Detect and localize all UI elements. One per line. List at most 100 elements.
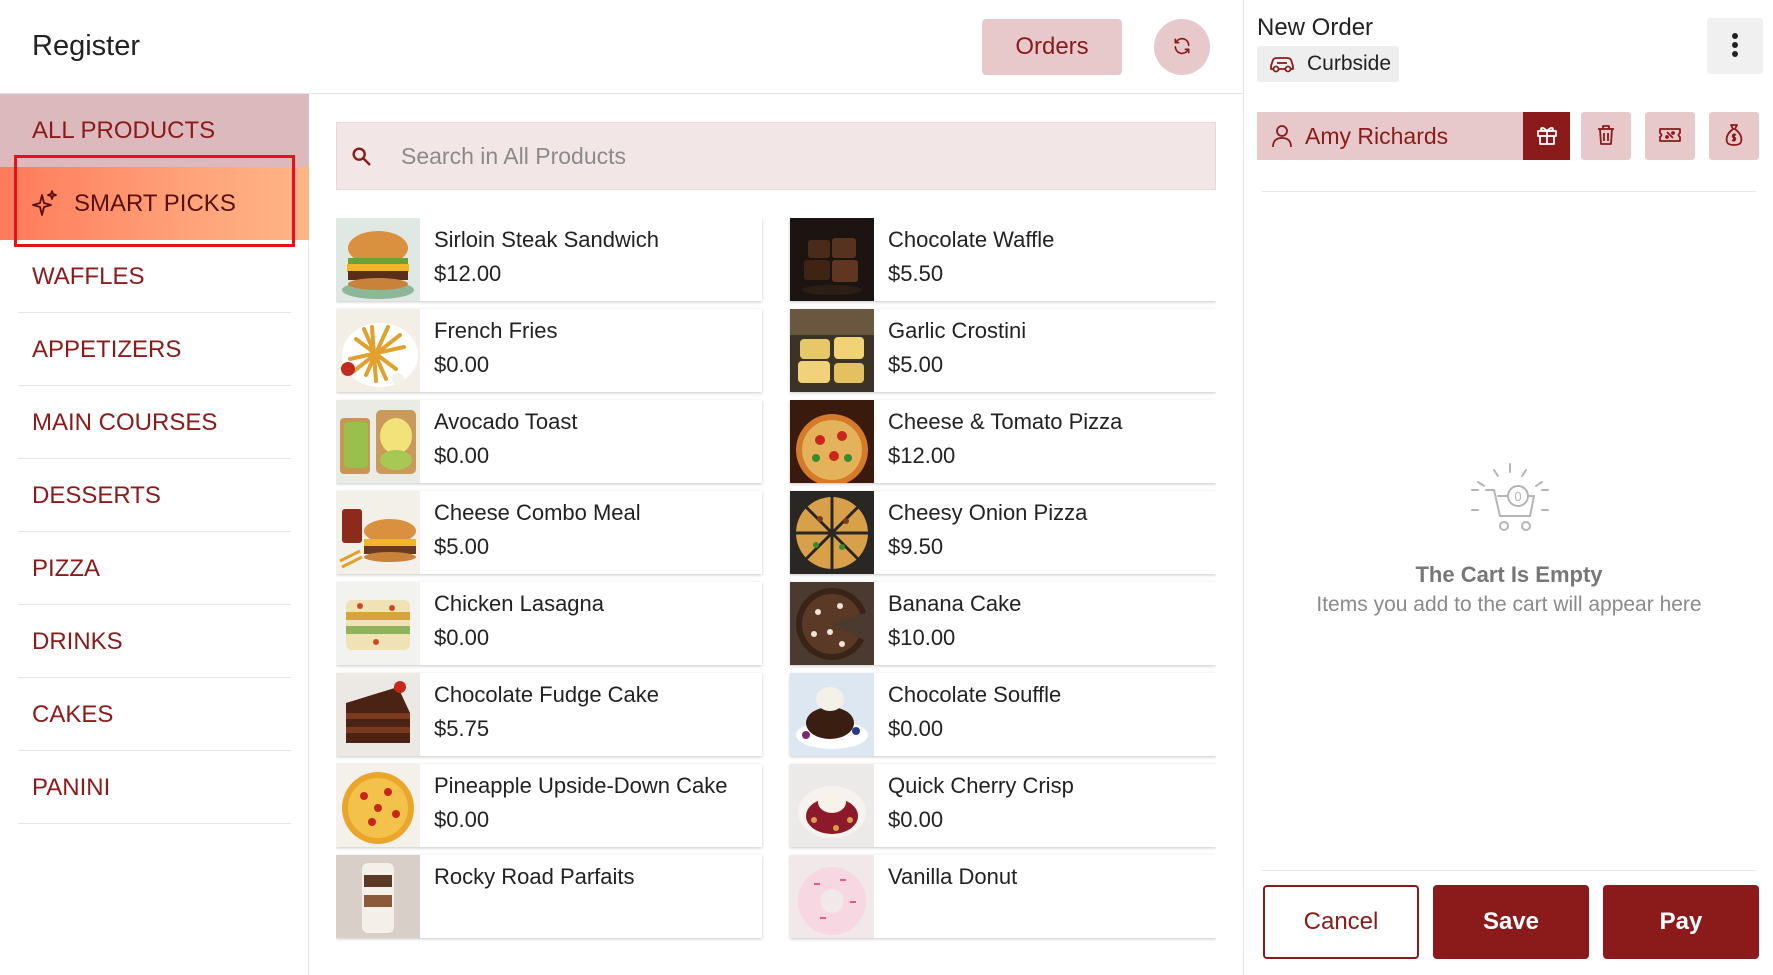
tip-button[interactable] (1709, 112, 1759, 160)
category-label: PANINI (32, 773, 111, 801)
ticket-icon (1658, 126, 1682, 147)
cancel-button[interactable]: Cancel (1263, 885, 1419, 959)
search-icon (350, 145, 372, 172)
product-name: Garlic Crostini (888, 318, 1027, 343)
order-mode-label: Curbside (1307, 52, 1392, 75)
category-all-products[interactable]: ALL PRODUCTS (0, 94, 309, 167)
product-name: Chocolate Souffle (888, 682, 1062, 707)
product-price: $0.00 (434, 807, 490, 832)
category-label: DESSERTS (32, 481, 161, 509)
category-sidebar: ALL PRODUCTS SMART PICKS WAFFLES APPETIZ… (0, 94, 309, 975)
kebab-menu-icon (1731, 32, 1739, 61)
product-name: Chicken Lasagna (434, 591, 605, 616)
category-label: APPETIZERS (32, 335, 182, 363)
product-card[interactable]: Vanilla Donut (790, 855, 1216, 938)
product-card[interactable]: Sirloin Steak Sandwich $12.00 (336, 218, 762, 301)
product-info: Banana Cake $10.00 (874, 582, 1021, 665)
product-name: Avocado Toast (434, 409, 578, 434)
product-card[interactable]: Cheese Combo Meal $5.00 (336, 491, 762, 574)
crostini-image (790, 309, 874, 392)
pizza-image (790, 400, 874, 483)
product-price: $12.00 (434, 261, 502, 286)
divider (1262, 870, 1756, 871)
product-card[interactable]: Chocolate Waffle $5.50 (790, 218, 1216, 301)
product-name: Cheese Combo Meal (434, 500, 641, 525)
product-card[interactable]: Quick Cherry Crisp $0.00 (790, 764, 1216, 847)
product-name: Chocolate Fudge Cake (434, 682, 660, 707)
product-name: Chocolate Waffle (888, 227, 1055, 252)
souffle-image (790, 673, 874, 756)
category-label: DRINKS (32, 627, 123, 655)
product-name: Sirloin Steak Sandwich (434, 227, 660, 252)
product-card[interactable]: Chicken Lasagna $0.00 (336, 582, 762, 665)
empty-cart-subtitle: Items you add to the cart will appear he… (1316, 593, 1702, 616)
trash-icon (1596, 124, 1616, 149)
category-cakes[interactable]: CAKES (0, 678, 309, 751)
cake-image (790, 582, 874, 665)
product-name: Quick Cherry Crisp (888, 773, 1074, 798)
category-appetizers[interactable]: APPETIZERS (0, 313, 309, 386)
product-info: Chocolate Waffle $5.50 (874, 218, 1054, 301)
gift-icon (1536, 124, 1558, 149)
refresh-button[interactable] (1154, 19, 1210, 75)
lasagna-image (336, 582, 420, 665)
product-card[interactable]: Cheesy Onion Pizza $9.50 (790, 491, 1216, 574)
product-card[interactable]: Cheese & Tomato Pizza $12.00 (790, 400, 1216, 483)
product-price: $9.50 (888, 534, 944, 559)
clear-cart-button[interactable] (1581, 112, 1631, 160)
product-price: $0.00 (888, 716, 944, 741)
product-price: $5.00 (888, 352, 944, 377)
category-desserts[interactable]: DESSERTS (0, 459, 309, 532)
refresh-icon (1172, 36, 1192, 59)
product-info: Rocky Road Parfaits (420, 855, 635, 938)
order-mode-chip[interactable]: Curbside (1257, 46, 1399, 82)
cake-slice-image (336, 673, 420, 756)
page-title: Register (32, 30, 140, 62)
product-card[interactable]: Rocky Road Parfaits (336, 855, 762, 938)
pizza-image (790, 491, 874, 574)
product-card[interactable]: Chocolate Souffle $0.00 (790, 673, 1216, 756)
pay-button[interactable]: Pay (1603, 885, 1759, 959)
car-icon (1269, 55, 1295, 73)
empty-cart-title: The Cart Is Empty (1415, 562, 1603, 587)
category-panini[interactable]: PANINI (0, 751, 309, 824)
product-name: Cheesy Onion Pizza (888, 500, 1088, 525)
category-main-courses[interactable]: MAIN COURSES (0, 386, 309, 459)
category-smart-picks[interactable]: SMART PICKS (0, 167, 309, 240)
product-info: Sirloin Steak Sandwich $12.00 (420, 218, 659, 301)
category-waffles[interactable]: WAFFLES (0, 240, 309, 313)
save-button[interactable]: Save (1433, 885, 1589, 959)
customer-selector[interactable]: Amy Richards (1257, 112, 1523, 160)
divider (1262, 191, 1756, 192)
product-card[interactable]: Avocado Toast $0.00 (336, 400, 762, 483)
product-card[interactable]: Chocolate Fudge Cake $5.75 (336, 673, 762, 756)
product-price: $5.00 (434, 534, 490, 559)
product-price: $5.50 (888, 261, 944, 286)
category-drinks[interactable]: DRINKS (0, 605, 309, 678)
product-info: Chocolate Fudge Cake $5.75 (420, 673, 659, 756)
burger-image (336, 218, 420, 301)
gift-button[interactable] (1523, 112, 1570, 160)
cart-count: 0 (1514, 489, 1521, 504)
product-info: Avocado Toast $0.00 (420, 400, 578, 483)
product-card[interactable]: French Fries $0.00 (336, 309, 762, 392)
product-price: $5.75 (434, 716, 490, 741)
fries-image (336, 309, 420, 392)
product-card[interactable]: Banana Cake $10.00 (790, 582, 1216, 665)
product-card[interactable]: Garlic Crostini $5.00 (790, 309, 1216, 392)
product-info: Chicken Lasagna $0.00 (420, 582, 604, 665)
coupon-button[interactable] (1645, 112, 1695, 160)
product-price: $0.00 (434, 443, 490, 468)
product-price: $10.00 (888, 625, 956, 650)
product-name: French Fries (434, 318, 558, 343)
orders-button[interactable]: Orders (982, 19, 1122, 75)
donut-image (790, 855, 874, 938)
combo-image (336, 491, 420, 574)
more-options-button[interactable] (1707, 18, 1763, 74)
search-bar (336, 122, 1216, 190)
product-card[interactable]: Pineapple Upside-Down Cake $0.00 (336, 764, 762, 847)
search-input[interactable] (401, 123, 1201, 189)
product-info: French Fries $0.00 (420, 309, 557, 392)
category-pizza[interactable]: PIZZA (0, 532, 309, 605)
product-info: Cheese Combo Meal $5.00 (420, 491, 641, 574)
